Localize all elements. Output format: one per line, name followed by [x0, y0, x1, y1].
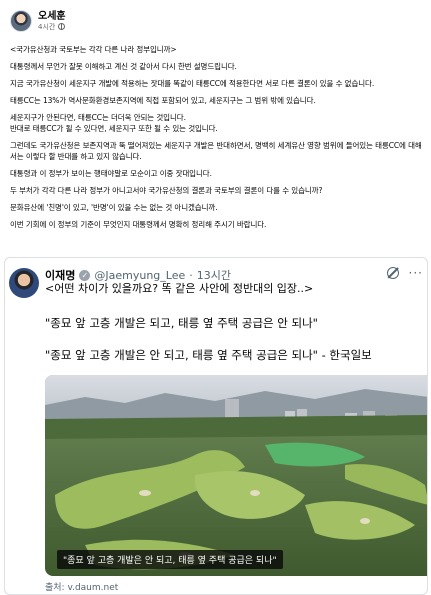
- post-paragraph: 두 부처가 각각 다른 나라 정부가 아니고서야 국가유산청의 결론과 국토부의…: [10, 186, 323, 195]
- post-meta: 4시간: [38, 23, 66, 31]
- post-time[interactable]: 4시간: [38, 23, 55, 31]
- post-header: 오세훈 4시간: [10, 10, 66, 32]
- tweet-author-name[interactable]: 이재명: [45, 267, 75, 283]
- grok-icon[interactable]: [386, 267, 399, 279]
- globe-icon: [58, 23, 66, 31]
- post-paragraph: 그런데도 국가유산청은 보존지역과 뚝 떨어져있는 세운지구 개발은 반대하면서…: [10, 141, 422, 161]
- tweet-text-line: "종묘 앞 고층 개발은 안 되고, 태릉 옆 주택 공급은 되나" - 한국일…: [45, 348, 372, 362]
- author-avatar[interactable]: [10, 10, 32, 32]
- more-options-icon[interactable]: ···: [409, 266, 423, 280]
- tweet-avatar[interactable]: [9, 268, 39, 298]
- link-source[interactable]: 출처: v.daum.net: [45, 580, 118, 593]
- post-paragraph: 대통령과 이 정부가 보이는 행태야말로 모순이고 이중 잣대입니다.: [10, 169, 212, 178]
- post-paragraph: 반대로 태릉CC가 될 수 있다면, 세운지구 또한 될 수 있는 것입니다.: [10, 124, 218, 133]
- tweet-actions: ···: [386, 266, 423, 280]
- separator-dot: ·: [189, 268, 193, 282]
- post-paragraph: 대통령께서 무언가 잘못 이해하고 계신 것 같아서 다시 한번 설명드립니다.: [10, 62, 237, 71]
- post-paragraph: 이번 기회에 이 정부의 기준이 무엇인지 대통령께서 명확히 정리해 주시기 …: [10, 220, 267, 229]
- author-name[interactable]: 오세훈: [38, 11, 66, 23]
- post-paragraph: 세운지구가 안된다면, 태릉CC는 더더욱 안되는 것입니다.: [10, 113, 186, 122]
- aerial-golf-course-photo: [45, 375, 427, 576]
- author-block: 오세훈 4시간: [38, 11, 66, 31]
- tweet-time[interactable]: 13시간: [197, 267, 231, 283]
- verified-badge-icon: ✓: [79, 269, 91, 281]
- tweet-text-line: "종묘 앞 고층 개발은 되고, 태릉 옆 주택 공급은 안 되나": [45, 316, 318, 330]
- tweet-media-image[interactable]: "종묘 앞 고층 개발은 안 되고, 태릉 옆 주택 공급은 되나": [45, 375, 427, 576]
- post-paragraph: 태릉CC는 13%가 역사문화환경보존지역에 직접 포함되어 있고, 세운지구는…: [10, 96, 316, 105]
- post-body: <국가유산청과 국토부는 각각 다른 나라 정부입니까> 대통령께서 무언가 잘…: [10, 44, 424, 236]
- post-paragraph: <국가유산청과 국토부는 각각 다른 나라 정부입니까>: [10, 45, 177, 54]
- tweet-handle[interactable]: @Jaemyung_Lee: [94, 269, 185, 282]
- tweet-text-line: <어떤 차이가 있을까요? 똑 같은 사안에 정반대의 입장..>: [45, 282, 314, 295]
- embedded-tweet[interactable]: 이재명 ✓ @Jaemyung_Lee · 13시간 ··· <어떤 차이가 있…: [4, 257, 428, 595]
- post-paragraph: 지금 국가유산청이 세운지구 개발에 적용하는 잣대를 똑같이 태릉CC에 적용…: [10, 79, 375, 88]
- post-paragraph: 문화유산에 '친명'이 있고, '반명'이 있을 수는 없는 것 아니겠습니까.: [10, 203, 218, 212]
- media-caption: "종묘 앞 고층 개발은 안 되고, 태릉 옆 주택 공급은 되나": [57, 550, 283, 569]
- tweet-header: 이재명 ✓ @Jaemyung_Lee · 13시간: [45, 267, 231, 283]
